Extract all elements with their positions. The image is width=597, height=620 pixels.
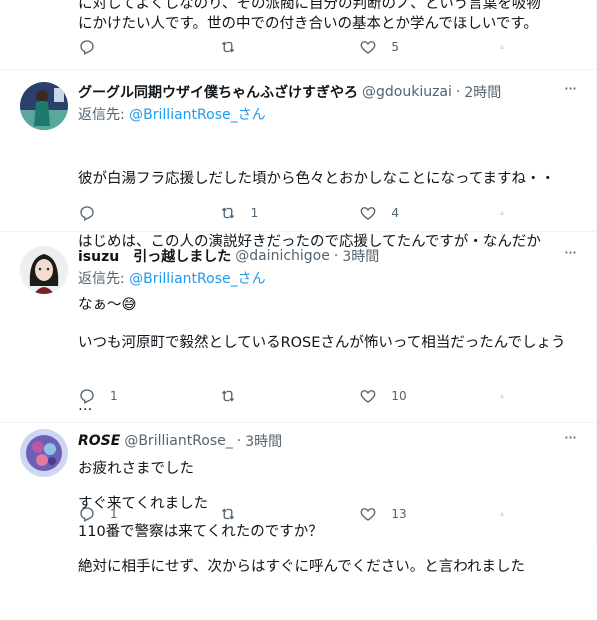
separator-dot: · (455, 84, 461, 100)
tweet-text-line: いつも河原町で毅然としているROSEさんが怖いって相当だったんでしょう (78, 335, 566, 351)
reply-icon (80, 507, 94, 522)
retweet-icon (221, 390, 234, 402)
like-icon (360, 41, 376, 54)
share-icon (500, 394, 504, 398)
tweet-header: isuzu 引っ越しました @dainichigoe · 3時間 (78, 246, 580, 266)
handle[interactable]: @dainichigoe (235, 248, 330, 264)
avatar[interactable] (20, 429, 68, 477)
reply-count: 1 (110, 507, 118, 521)
retweet-icon (221, 41, 234, 53)
more-icon[interactable]: ··· (560, 245, 580, 266)
avatar[interactable] (20, 246, 68, 294)
reply-mention[interactable]: @BrilliantRose_さん (129, 271, 265, 287)
separator-dot: · (333, 248, 339, 264)
share-button[interactable] (500, 387, 518, 405)
avatar-image (20, 246, 68, 294)
share-button[interactable] (500, 505, 518, 523)
more-icon[interactable]: ··· (560, 81, 580, 102)
reply-icon (80, 40, 94, 55)
tweet-header: グーグル同期ウザイ僕ちゃんふざけすぎやろ @gdoukiuzai · 2時間 (78, 82, 580, 102)
handle[interactable]: @gdoukiuzai (362, 84, 452, 100)
like-button[interactable]: 4 (359, 204, 459, 222)
display-name[interactable]: グーグル同期ウザイ僕ちゃんふざけすぎやろ (78, 82, 358, 102)
reply-button[interactable]: 1 (78, 505, 178, 523)
reply-prefix: 返信先: (78, 271, 130, 287)
like-count: 13 (391, 507, 407, 521)
share-button[interactable] (500, 204, 518, 222)
tweet-text-line: 彼が白湯フラ応援しだした頃から色々とおかしなことになってますね・・ (78, 171, 556, 187)
tweet-actions: 1 10 (78, 387, 518, 405)
like-count: 5 (391, 40, 399, 54)
tweet-text-line: 絶対に相手にせず、次からはすぐに呼んでください。と言われました (78, 559, 526, 575)
share-icon (500, 45, 504, 49)
reply-context: 返信先: @BrilliantRose_さん (78, 104, 580, 124)
reply-button[interactable] (78, 204, 178, 222)
display-name[interactable]: isuzu 引っ越しました (78, 246, 231, 266)
like-count: 10 (391, 389, 407, 403)
timestamp[interactable]: 2時間 (464, 82, 501, 102)
tweet-partial[interactable]: に対してよくしなのり、その派閥に自分の判断のノ、という言葉を吸物 にかけたい人で… (0, 0, 596, 70)
reply-prefix: 返信先: (78, 107, 130, 123)
like-button[interactable]: 10 (359, 387, 459, 405)
avatar-image (20, 82, 68, 130)
handle[interactable]: @BrilliantRose_ (124, 433, 232, 449)
tweet[interactable]: ROSE @BrilliantRose_ · 3時間 ··· すぐ来てくれました… (0, 423, 596, 575)
tweet-header: ROSE @BrilliantRose_ · 3時間 (78, 431, 580, 451)
retweet-icon (221, 508, 234, 520)
share-icon (500, 211, 504, 215)
display-name[interactable]: ROSE (78, 433, 120, 449)
tweet[interactable]: isuzu 引っ越しました @dainichigoe · 3時間 ··· 返信先… (0, 232, 596, 540)
reply-icon (80, 389, 94, 404)
reply-button[interactable] (78, 38, 178, 56)
retweet-button[interactable] (219, 38, 319, 56)
more-icon[interactable]: ··· (560, 430, 580, 451)
retweet-icon (221, 207, 234, 219)
like-button[interactable]: 5 (359, 38, 459, 56)
avatar[interactable] (20, 82, 68, 130)
separator-dot: · (236, 433, 242, 449)
retweet-button[interactable]: 1 (219, 204, 319, 222)
tweet-text: に対してよくしなのり、その派閥に自分の判断のノ、という言葉を吸物 にかけたい人で… (78, 0, 558, 34)
like-icon (360, 390, 376, 403)
tweet-actions: 1 13 (78, 505, 518, 523)
tweet[interactable]: グーグル同期ウザイ僕ちゃんふざけすぎやろ @gdoukiuzai · 2時間 ·… (0, 70, 596, 313)
retweet-button[interactable] (219, 505, 319, 523)
retweet-count: 1 (250, 206, 259, 220)
timestamp[interactable]: 3時間 (342, 246, 379, 266)
like-button[interactable]: 13 (359, 505, 459, 523)
tweet-text: すぐ来てくれました 絶対に相手にせず、次からはすぐに呼んでください。と言われまし… (78, 452, 580, 620)
like-count: 4 (391, 206, 399, 220)
timestamp[interactable]: 3時間 (245, 431, 282, 451)
reply-mention[interactable]: @BrilliantRose_さん (129, 107, 265, 123)
share-button[interactable] (500, 38, 518, 56)
reply-icon (80, 206, 94, 221)
tweet-text-line: にかけたい人です。世の中での付き合いの基本とか学んでほしいです。 (78, 16, 538, 32)
like-icon (360, 508, 376, 521)
share-icon (500, 512, 504, 516)
tweet-body: ROSE @BrilliantRose_ · 3時間 ··· すぐ来てくれました… (78, 430, 580, 620)
tweet-actions: 5 (78, 38, 518, 56)
tweet-text-line: に対してよくしなのり、その派閥に自分の判断のノ、という言葉を吸物 (78, 0, 541, 12)
like-icon (360, 207, 376, 220)
tweet-actions: 1 4 (78, 204, 518, 222)
reply-button[interactable]: 1 (78, 387, 178, 405)
avatar-image (20, 429, 68, 477)
retweet-button[interactable] (219, 387, 319, 405)
reply-context: 返信先: @BrilliantRose_さん (78, 268, 580, 288)
reply-count: 1 (110, 389, 118, 403)
